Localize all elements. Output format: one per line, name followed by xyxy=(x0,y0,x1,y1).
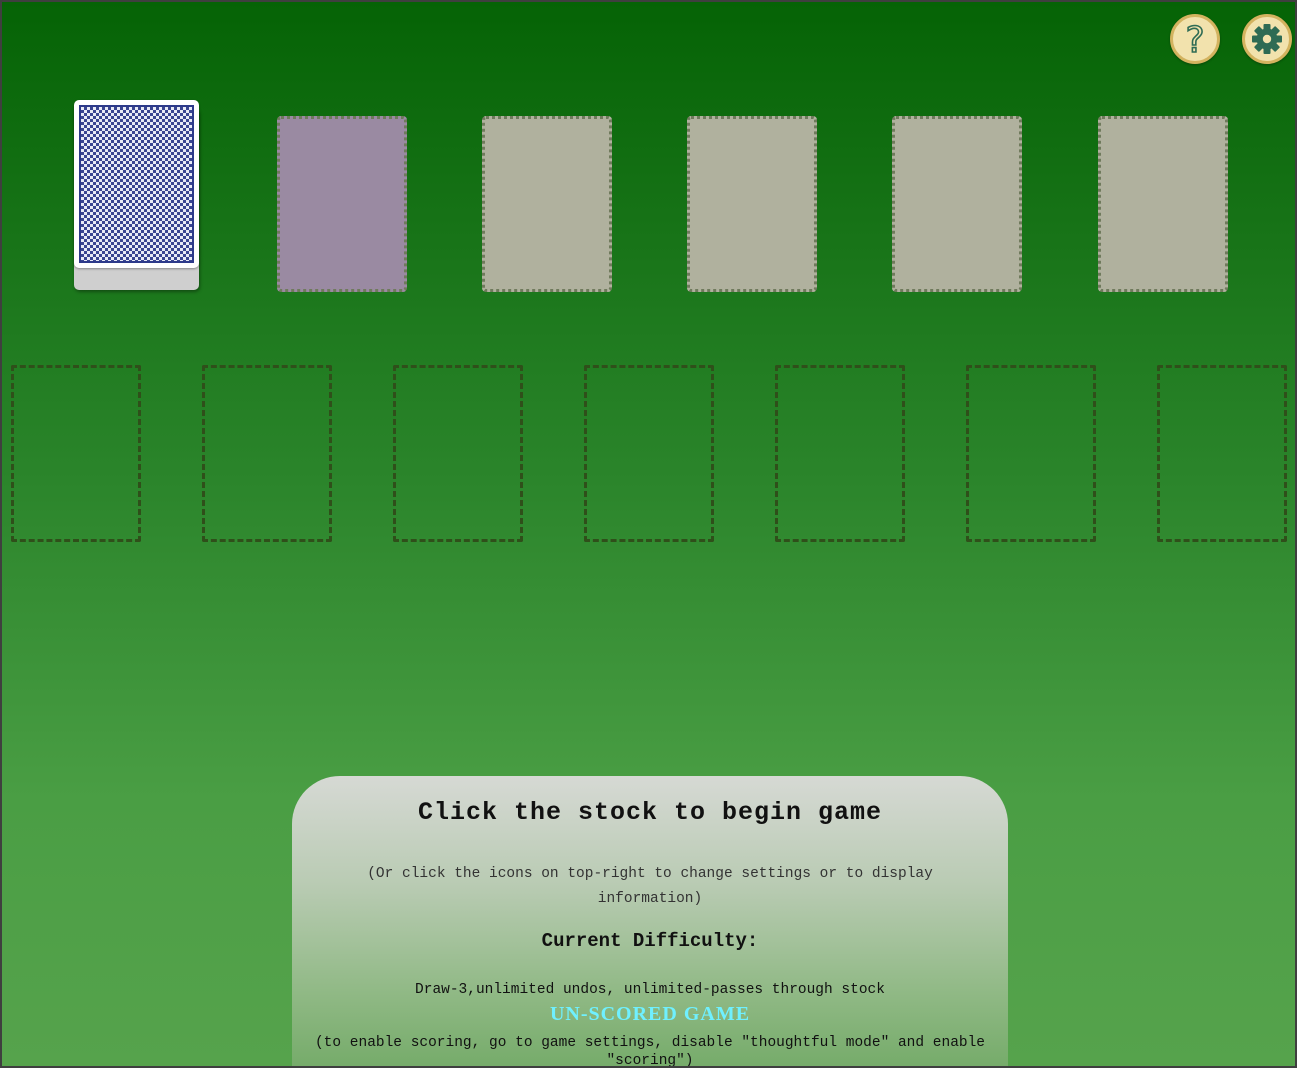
start-instruction-title: Click the stock to begin game xyxy=(417,798,883,827)
tableau-slot-7[interactable] xyxy=(1157,365,1287,542)
gear-icon xyxy=(1252,24,1282,54)
help-button[interactable]: ? xyxy=(1170,14,1220,64)
card-back-pattern xyxy=(79,105,194,263)
tableau-slot-3[interactable] xyxy=(393,365,523,542)
svg-text:?: ? xyxy=(1185,20,1204,58)
difficulty-description: Draw-3,unlimited undos, unlimited-passes… xyxy=(415,982,885,998)
foundation-slot-4[interactable] xyxy=(1098,116,1228,292)
foundation-slot-1[interactable] xyxy=(482,116,612,292)
start-info-panel: Click the stock to begin game (Or click … xyxy=(292,776,1008,1068)
start-instruction-subtitle: (Or click the icons on top-right to chan… xyxy=(367,866,933,907)
settings-button[interactable] xyxy=(1242,14,1292,64)
foundation-slot-2[interactable] xyxy=(687,116,817,292)
stock-pile[interactable] xyxy=(74,100,199,290)
scoring-hint: (to enable scoring, go to game settings,… xyxy=(314,1035,985,1068)
difficulty-heading: Current Difficulty: xyxy=(541,930,759,952)
tableau-slot-4[interactable] xyxy=(584,365,714,542)
waste-pile-slot[interactable] xyxy=(277,116,407,292)
tableau-slot-5[interactable] xyxy=(775,365,905,542)
unscored-game-label: UN-SCORED GAME xyxy=(549,1003,751,1025)
tableau-slot-1[interactable] xyxy=(11,365,141,542)
question-mark-icon: ? xyxy=(1185,20,1206,58)
card-back[interactable] xyxy=(74,100,199,268)
tableau-slot-6[interactable] xyxy=(966,365,1096,542)
foundation-slot-3[interactable] xyxy=(892,116,1022,292)
game-table: ? Click the stock to begin game (Or clic… xyxy=(0,0,1297,1068)
tableau-slot-2[interactable] xyxy=(202,365,332,542)
